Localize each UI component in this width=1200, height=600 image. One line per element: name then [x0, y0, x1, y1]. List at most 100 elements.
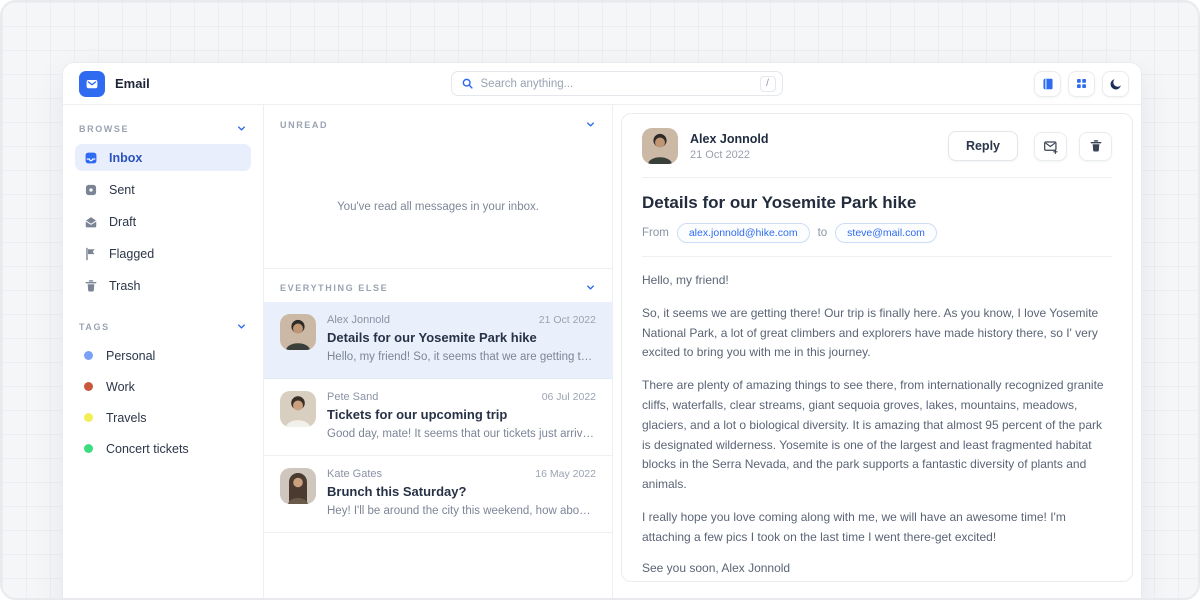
browse-section-header: BROWSE — [75, 119, 251, 144]
message-date: 16 May 2022 — [535, 468, 596, 480]
desktop-background: Email / — [0, 0, 1200, 600]
message-subject: Brunch this Saturday? — [327, 484, 596, 499]
email-signoff: See you soon, Alex Jonnold — [642, 561, 1112, 582]
message-sender: Alex Jonnold — [327, 314, 390, 326]
sidebar-item-label: Trash — [109, 279, 141, 293]
chevron-down-icon[interactable] — [236, 123, 247, 134]
email-detail-panel: Alex Jonnold 21 Oct 2022 Reply — [613, 105, 1141, 600]
sidebar-item-label: Draft — [109, 215, 136, 229]
tag-dot — [84, 413, 93, 422]
everything-else-label: EVERYTHING ELSE — [280, 283, 388, 293]
everything-else-header: EVERYTHING ELSE — [264, 269, 612, 302]
chevron-down-icon[interactable] — [236, 321, 247, 332]
tag-label: Personal — [106, 349, 155, 363]
apps-grid-button[interactable] — [1068, 71, 1095, 97]
sidebar-item-draft[interactable]: Draft — [75, 208, 251, 235]
message-subject: Details for our Yosemite Park hike — [327, 330, 596, 345]
message-summary: Alex Jonnold 21 Oct 2022 Details for our… — [327, 314, 596, 368]
inbox-empty-message: You've read all messages in your inbox. — [264, 201, 612, 213]
avatar — [280, 391, 316, 427]
book-icon — [1041, 77, 1055, 91]
tag-item-work[interactable]: Work — [75, 373, 251, 400]
moon-icon — [1109, 77, 1123, 91]
search-icon — [461, 77, 474, 90]
sidebar: BROWSE Inbox — [63, 105, 263, 600]
sidebar-item-sent[interactable]: Sent — [75, 176, 251, 203]
reading-list-button[interactable] — [1034, 71, 1061, 97]
avatar — [642, 128, 678, 164]
body-paragraph: There are plenty of amazing things to se… — [642, 376, 1112, 495]
unread-section: UNREAD You've read all messages in your … — [264, 105, 612, 269]
message-row-kate[interactable]: Kate Gates 16 May 2022 Brunch this Satur… — [264, 456, 612, 533]
main-columns: BROWSE Inbox — [63, 105, 1141, 600]
search-area: / — [289, 71, 1034, 96]
message-preview: Good day, mate! It seems that our ticket… — [327, 428, 596, 440]
message-preview: Hello, my friend! So, it seems that we a… — [327, 351, 596, 363]
email-detail-card: Alex Jonnold 21 Oct 2022 Reply — [621, 113, 1133, 582]
sidebar-item-label: Flagged — [109, 247, 154, 261]
draft-icon — [84, 215, 98, 229]
tag-item-concert-tickets[interactable]: Concert tickets — [75, 435, 251, 462]
brand: Email — [79, 71, 289, 97]
tags-section: TAGS Personal Work — [75, 317, 251, 462]
detail-header: Alex Jonnold 21 Oct 2022 Reply — [642, 128, 1112, 178]
message-subject: Tickets for our upcoming trip — [327, 407, 596, 422]
sidebar-item-inbox[interactable]: Inbox — [75, 144, 251, 171]
search-input[interactable] — [481, 78, 753, 90]
email-subject: Details for our Yosemite Park hike — [642, 193, 1112, 213]
search-bar[interactable]: / — [451, 71, 783, 96]
tag-label: Concert tickets — [106, 442, 189, 456]
topbar-actions — [1034, 71, 1129, 97]
sidebar-item-label: Sent — [109, 183, 135, 197]
message-sender: Pete Sand — [327, 391, 378, 403]
tags-section-header: TAGS — [75, 317, 251, 342]
unread-section-header: UNREAD — [264, 105, 612, 138]
from-label: From — [642, 227, 669, 239]
email-logo-icon — [79, 71, 105, 97]
to-label: to — [818, 227, 828, 239]
message-date: 06 Jul 2022 — [542, 391, 596, 403]
app-title: Email — [115, 76, 150, 91]
message-row-alex[interactable]: Alex Jonnold 21 Oct 2022 Details for our… — [264, 302, 612, 379]
tag-item-travels[interactable]: Travels — [75, 404, 251, 431]
body-paragraph: So, it seems we are getting there! Our t… — [642, 304, 1112, 363]
message-sender: Kate Gates — [327, 468, 382, 480]
detail-sender-block: Alex Jonnold 21 Oct 2022 — [690, 132, 936, 161]
email-app-window: Email / — [62, 62, 1142, 600]
from-to-row: From alex.jonnold@hike.com to steve@mail… — [642, 223, 1112, 243]
forward-email-button[interactable] — [1034, 132, 1067, 161]
unread-label: UNREAD — [280, 120, 328, 130]
avatar — [280, 314, 316, 350]
browse-label: BROWSE — [79, 124, 129, 134]
trash-icon — [1089, 139, 1103, 153]
chevron-down-icon[interactable] — [585, 282, 596, 293]
flag-icon — [84, 247, 98, 261]
tag-label: Work — [106, 380, 135, 394]
tag-label: Travels — [106, 411, 147, 425]
sidebar-item-trash[interactable]: Trash — [75, 272, 251, 299]
message-summary: Kate Gates 16 May 2022 Brunch this Satur… — [327, 468, 596, 522]
avatar — [280, 468, 316, 504]
from-email-pill[interactable]: alex.jonnold@hike.com — [677, 223, 810, 243]
grid-icon — [1075, 77, 1088, 90]
detail-date: 21 Oct 2022 — [690, 149, 936, 161]
tag-item-personal[interactable]: Personal — [75, 342, 251, 369]
inbox-icon — [84, 151, 98, 165]
chevron-down-icon[interactable] — [585, 119, 596, 130]
reply-button[interactable]: Reply — [948, 131, 1018, 161]
to-email-pill[interactable]: steve@mail.com — [835, 223, 937, 243]
search-shortcut-badge: / — [760, 76, 776, 92]
detail-sender-name: Alex Jonnold — [690, 132, 936, 146]
subject-block: Details for our Yosemite Park hike From … — [642, 178, 1112, 257]
message-list-column: UNREAD You've read all messages in your … — [263, 105, 613, 600]
message-row-pete[interactable]: Pete Sand 06 Jul 2022 Tickets for our up… — [264, 379, 612, 456]
dark-mode-button[interactable] — [1102, 71, 1129, 97]
message-summary: Pete Sand 06 Jul 2022 Tickets for our up… — [327, 391, 596, 445]
tags-label: TAGS — [79, 322, 110, 332]
tag-dot — [84, 444, 93, 453]
trash-icon — [84, 279, 98, 293]
delete-email-button[interactable] — [1079, 132, 1112, 161]
sidebar-item-flagged[interactable]: Flagged — [75, 240, 251, 267]
tag-dot — [84, 382, 93, 391]
topbar: Email / — [63, 63, 1141, 105]
